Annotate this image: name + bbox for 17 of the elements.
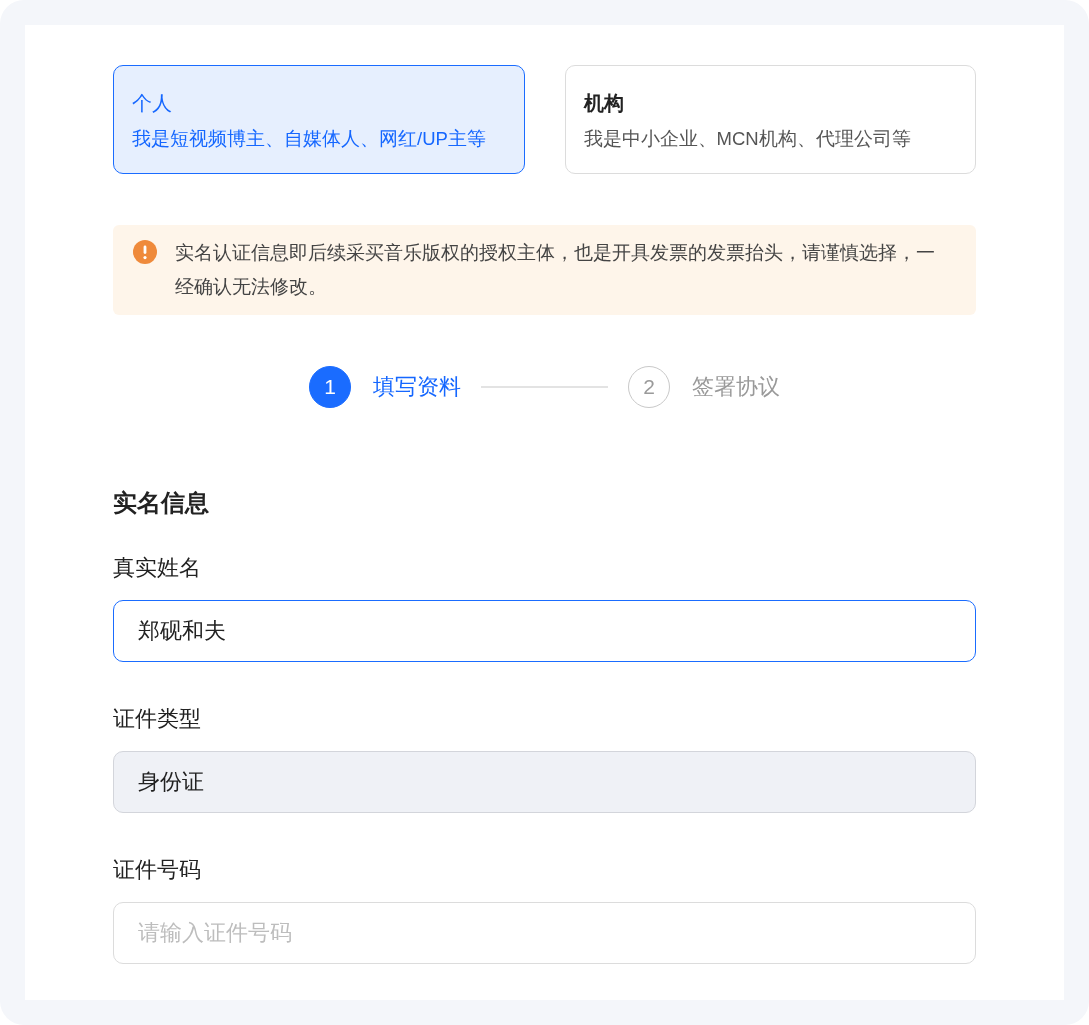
warning-icon bbox=[133, 240, 157, 264]
step-label: 签署协议 bbox=[692, 373, 780, 401]
field-label: 真实姓名 bbox=[113, 554, 201, 582]
field-label: 证件类型 bbox=[113, 705, 201, 733]
account-type-card[interactable]: 机构 我是中小企业、MCN机构、代理公司等 bbox=[564, 65, 976, 174]
step-number-circle: 1 bbox=[309, 366, 351, 408]
card-title: 机构 bbox=[583, 91, 625, 116]
section-title: 实名信息 bbox=[113, 488, 209, 518]
input-field[interactable]: 郑砚和夫 bbox=[113, 600, 976, 662]
card-description: 我是中小企业、MCN机构、代理公司等 bbox=[583, 127, 912, 151]
notice-text: 实名认证信息即后续采买音乐版权的授权主体，也是开具发票的发票抬头，请谨慎选择，一经确认无法修改。 bbox=[175, 240, 936, 299]
account-type-card[interactable]: 个人 我是短视频博主、自媒体人、网红/UP主等 bbox=[113, 65, 525, 174]
card-description: 我是短视频博主、自媒体人、网红/UP主等 bbox=[132, 127, 487, 151]
step-label: 填写资料 bbox=[373, 373, 461, 401]
field-label: 证件号码 bbox=[113, 856, 201, 884]
input-field[interactable]: 请输入证件号码 bbox=[113, 902, 976, 964]
card-title: 个人 bbox=[132, 91, 173, 116]
